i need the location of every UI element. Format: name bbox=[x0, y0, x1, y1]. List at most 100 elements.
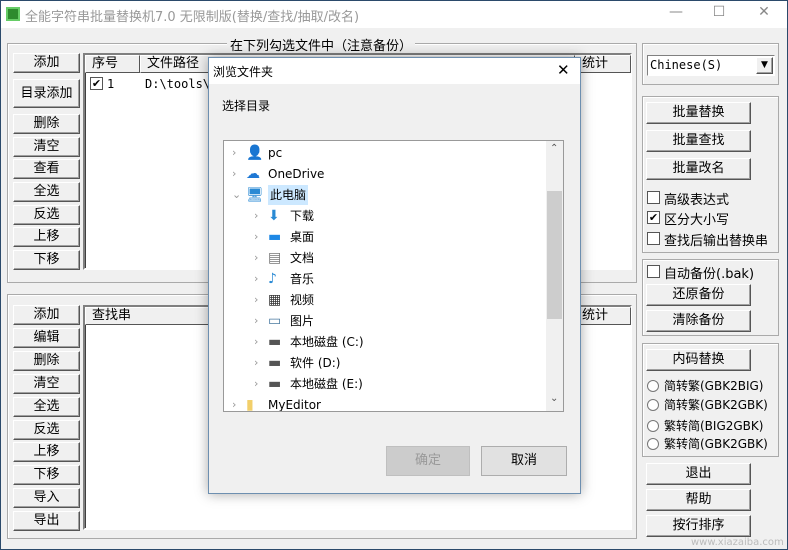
tree-item[interactable]: › ▬ 桌面 bbox=[224, 227, 544, 247]
search-move-down-button[interactable]: 下移 bbox=[13, 465, 80, 486]
scroll-down-icon[interactable]: ⌄ bbox=[550, 393, 558, 404]
minimize-button[interactable]: — bbox=[661, 4, 691, 24]
encoding-radio[interactable] bbox=[647, 380, 659, 392]
folder-tree[interactable]: › 👤 pc › ☁ OneDrive ⌄ 🖥 此电脑 › ⬇ 下载 › ▬ 桌面 › ▤ 文档 › ♪ 音乐 › ▦ 视频 ›… bbox=[223, 140, 564, 412]
exit-button[interactable]: 退出 bbox=[646, 463, 751, 485]
encoding-radio-label: 繁转简(BIG2GBK) bbox=[664, 419, 764, 433]
tree-item[interactable]: › ▬ 软件 (D:) bbox=[224, 353, 544, 373]
tree-item-label: 音乐 bbox=[290, 272, 315, 286]
file-clear-button[interactable]: 清空 bbox=[13, 137, 80, 157]
chevron-down-icon[interactable]: ⌄ bbox=[232, 185, 241, 205]
chevron-right-icon[interactable]: › bbox=[254, 311, 258, 331]
help-button[interactable]: 帮助 bbox=[646, 489, 751, 511]
tree-item[interactable]: › ⬇ 下载 bbox=[224, 206, 544, 226]
search-delete-button[interactable]: 删除 bbox=[13, 350, 80, 371]
tree-item[interactable]: › ☁ OneDrive bbox=[224, 164, 544, 184]
chevron-down-icon[interactable]: ▼ bbox=[756, 57, 773, 74]
encoding-radio[interactable] bbox=[647, 399, 659, 411]
maximize-button[interactable]: ☐ bbox=[704, 4, 734, 24]
chevron-right-icon[interactable]: › bbox=[254, 269, 258, 289]
tree-item[interactable]: › 👤 pc bbox=[224, 143, 544, 163]
batch-replace-button[interactable]: 批量替换 bbox=[646, 102, 751, 124]
file-invert-selection-button[interactable]: 反选 bbox=[13, 205, 80, 225]
batch-find-button[interactable]: 批量查找 bbox=[646, 130, 751, 152]
auto-backup-checkbox[interactable] bbox=[647, 265, 660, 278]
search-clear-button[interactable]: 清空 bbox=[13, 373, 80, 394]
tree-item-label: 下载 bbox=[290, 209, 315, 223]
dialog-close-button[interactable]: ✕ bbox=[557, 61, 570, 79]
tree-item[interactable]: › ▬ 本地磁盘 (E:) bbox=[224, 374, 544, 394]
scrollbar-thumb[interactable] bbox=[547, 191, 562, 319]
tree-scrollbar[interactable]: ⌃ ⌄ bbox=[546, 141, 563, 411]
case-sensitive-checkbox[interactable]: ✔ bbox=[647, 211, 660, 224]
dialog-title-bar: 浏览文件夹 ✕ bbox=[209, 58, 580, 84]
encoding-radio[interactable] bbox=[647, 438, 659, 450]
sort-lines-button[interactable]: 按行排序 bbox=[646, 515, 751, 537]
folder-icon: ▮ bbox=[246, 397, 254, 412]
column-header-index[interactable]: 序号 bbox=[85, 55, 140, 73]
picture-icon: ▭ bbox=[268, 313, 282, 329]
search-import-button[interactable]: 导入 bbox=[13, 488, 80, 509]
file-select-all-button[interactable]: 全选 bbox=[13, 182, 80, 202]
user-icon: 👤 bbox=[246, 145, 264, 161]
row-checkbox[interactable]: ✔ bbox=[90, 77, 103, 90]
chevron-right-icon[interactable]: › bbox=[232, 143, 236, 163]
tree-item[interactable]: ⌄ 🖥 此电脑 bbox=[224, 185, 544, 205]
tree-item[interactable]: › ▮ MyEditor bbox=[224, 395, 544, 412]
computer-icon: 🖥 bbox=[246, 187, 264, 203]
encoding-radio[interactable] bbox=[647, 420, 659, 432]
column-header-count[interactable]: 统计 bbox=[575, 307, 631, 325]
tree-item-label: OneDrive bbox=[268, 167, 325, 181]
tree-item[interactable]: › ♪ 音乐 bbox=[224, 269, 544, 289]
search-add-button[interactable]: 添加 bbox=[13, 305, 80, 325]
chevron-right-icon[interactable]: › bbox=[232, 164, 236, 184]
column-header-count[interactable]: 统计 bbox=[575, 55, 631, 73]
drive-icon: ▬ bbox=[268, 355, 282, 371]
ok-button[interactable]: 确定 bbox=[386, 446, 470, 476]
chevron-right-icon[interactable]: › bbox=[254, 206, 258, 226]
restore-backup-button[interactable]: 还原备份 bbox=[646, 284, 751, 306]
output-replace-checkbox[interactable] bbox=[647, 232, 660, 245]
video-icon: ▦ bbox=[268, 292, 282, 308]
chevron-right-icon[interactable]: › bbox=[254, 248, 258, 268]
file-add-button[interactable]: 添加 bbox=[13, 53, 80, 73]
search-select-all-button[interactable]: 全选 bbox=[13, 396, 80, 417]
scroll-up-icon[interactable]: ⌃ bbox=[550, 143, 558, 154]
watermark: www.xiazaiba.com bbox=[691, 537, 784, 548]
tree-item[interactable]: › ▭ 图片 bbox=[224, 311, 544, 331]
tree-item[interactable]: › ▦ 视频 bbox=[224, 290, 544, 310]
clear-backup-button[interactable]: 清除备份 bbox=[646, 310, 751, 332]
tree-item-label: MyEditor bbox=[268, 398, 321, 412]
drive-icon: ▬ bbox=[268, 376, 282, 392]
encoding-radio-label: 繁转简(GBK2GBK) bbox=[664, 437, 768, 451]
tree-item[interactable]: › ▬ 本地磁盘 (C:) bbox=[224, 332, 544, 352]
tree-item[interactable]: › ▤ 文档 bbox=[224, 248, 544, 268]
tree-item-label: 本地磁盘 (E:) bbox=[290, 377, 363, 391]
dialog-title: 浏览文件夹 bbox=[213, 65, 274, 79]
chevron-right-icon[interactable]: › bbox=[232, 395, 236, 411]
chevron-right-icon[interactable]: › bbox=[254, 374, 258, 394]
search-invert-selection-button[interactable]: 反选 bbox=[13, 419, 80, 440]
search-move-up-button[interactable]: 上移 bbox=[13, 442, 80, 463]
close-button[interactable]: ✕ bbox=[749, 4, 779, 24]
tree-item-label: 本地磁盘 (C:) bbox=[290, 335, 364, 349]
batch-rename-button[interactable]: 批量改名 bbox=[646, 158, 751, 180]
language-select[interactable]: Chinese(S) ▼ bbox=[647, 55, 775, 76]
chevron-right-icon[interactable]: › bbox=[254, 353, 258, 373]
file-move-down-button[interactable]: 下移 bbox=[13, 250, 80, 270]
file-delete-button[interactable]: 删除 bbox=[13, 114, 80, 134]
file-view-button[interactable]: 查看 bbox=[13, 159, 80, 179]
chevron-right-icon[interactable]: › bbox=[254, 290, 258, 310]
regex-checkbox[interactable] bbox=[647, 191, 660, 204]
title-bar: 全能字符串批量替换机7.0 无限制版(替换/查找/抽取/改名) — ☐ ✕ bbox=[1, 1, 787, 28]
chevron-right-icon[interactable]: › bbox=[254, 332, 258, 352]
chevron-right-icon[interactable]: › bbox=[254, 227, 258, 247]
search-edit-button[interactable]: 编辑 bbox=[13, 327, 80, 348]
file-move-up-button[interactable]: 上移 bbox=[13, 227, 80, 247]
regex-label: 高级表达式 bbox=[664, 193, 730, 208]
cancel-button[interactable]: 取消 bbox=[481, 446, 567, 476]
encoding-replace-button[interactable]: 内码替换 bbox=[646, 349, 751, 371]
file-add-directory-button[interactable]: 目录添加 bbox=[13, 79, 80, 108]
cloud-icon: ☁ bbox=[246, 166, 260, 182]
search-export-button[interactable]: 导出 bbox=[13, 511, 80, 532]
